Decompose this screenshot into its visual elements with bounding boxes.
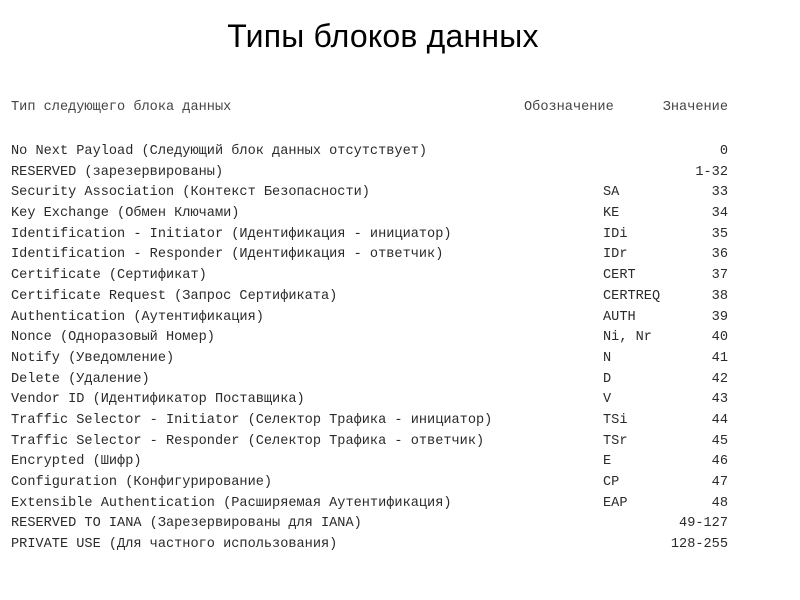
row-name: Traffic Selector - Responder (Селектор Т… xyxy=(11,433,485,449)
row-value: 41 xyxy=(711,350,728,366)
header-abbr: Обозначение xyxy=(524,100,614,115)
row-abbr: SA xyxy=(603,185,620,201)
row-abbr: Ni, Nr xyxy=(603,330,652,346)
table-row: Authentication (Аутентификация) AUTH 39 xyxy=(11,308,731,329)
header-name: Тип следующего блока данных xyxy=(11,100,232,115)
row-name: Traffic Selector - Initiator (Селектор Т… xyxy=(11,412,493,428)
slide-title: Типы блоков данных xyxy=(227,18,539,54)
row-value: 47 xyxy=(711,475,728,490)
row-abbr: E xyxy=(603,454,612,470)
row-abbr: D xyxy=(603,371,612,387)
row-value: 43 xyxy=(711,392,728,408)
row-name: Identification - Initiator (Идентификаци… xyxy=(11,226,452,242)
table-row: RESERVED (зарезервированы) 1-32 xyxy=(11,163,731,184)
table-row: Notify (Уведомление) N 41 xyxy=(11,349,731,370)
row-abbr: TSr xyxy=(603,433,628,449)
row-abbr: IDr xyxy=(603,247,628,263)
table-row: Key Exchange (Обмен Ключами) KE 34 xyxy=(11,204,731,225)
row-value: 128-255 xyxy=(670,537,728,553)
table-body: No Next Payload (Следующий блок данных о… xyxy=(11,142,731,556)
table-row: Encrypted (Шифр) E 46 xyxy=(11,452,731,473)
table-row: Identification - Responder (Идентификаци… xyxy=(11,245,731,266)
table-row: Certificate (Сертификат) CERT 37 xyxy=(11,266,731,287)
row-value: 34 xyxy=(711,206,728,222)
row-abbr: CERTREQ xyxy=(603,288,661,304)
row-value: 42 xyxy=(711,371,728,387)
row-abbr: V xyxy=(603,392,612,408)
row-abbr: EAP xyxy=(603,495,628,511)
table-row: PRIVATE USE (Для частного использования)… xyxy=(11,535,731,556)
row-value: 46 xyxy=(711,454,728,470)
row-value: 45 xyxy=(711,433,728,449)
row-name: Extensible Authentication (Расширяемая А… xyxy=(11,495,452,511)
row-value: 0 xyxy=(719,144,728,159)
row-value: 48 xyxy=(711,495,728,511)
header-value: Значение xyxy=(662,100,728,115)
row-abbr: KE xyxy=(603,206,620,222)
table-row: Certificate Request (Запрос Сертификата)… xyxy=(11,287,731,308)
row-value: 33 xyxy=(711,185,728,201)
table-row: Vendor ID (Идентификатор Поставщика) V 43 xyxy=(11,390,731,411)
table-row: Identification - Initiator (Идентификаци… xyxy=(11,225,731,246)
table-row: RESERVED TO IANA (Зарезервированы для IA… xyxy=(11,514,731,535)
table-row: Nonce (Одноразовый Номер) Ni, Nr 40 xyxy=(11,328,731,349)
row-value: 44 xyxy=(711,412,728,428)
row-abbr: TSi xyxy=(603,412,628,428)
row-value: 39 xyxy=(711,309,728,325)
row-name: Nonce (Одноразовый Номер) xyxy=(11,330,215,346)
row-name: Vendor ID (Идентификатор Поставщика) xyxy=(11,392,305,408)
row-value: 40 xyxy=(711,330,728,346)
row-name: Certificate Request (Запрос Сертификата) xyxy=(11,288,338,304)
row-name: No Next Payload (Следующий блок данных о… xyxy=(11,144,428,159)
row-name: Identification - Responder (Идентификаци… xyxy=(11,247,444,263)
row-name: PRIVATE USE (Для частного использования) xyxy=(11,537,338,553)
row-value: 35 xyxy=(711,226,728,242)
row-abbr: CERT xyxy=(603,268,636,284)
table-row: No Next Payload (Следующий блок данных о… xyxy=(11,142,731,163)
row-abbr: IDi xyxy=(603,226,628,242)
row-abbr: N xyxy=(603,350,612,366)
row-value: 38 xyxy=(711,288,728,304)
row-name: Authentication (Аутентификация) xyxy=(11,309,264,325)
table-header: Тип следующего блока данных Обозначение … xyxy=(11,100,731,120)
table-row: Extensible Authentication (Расширяемая А… xyxy=(11,494,731,515)
row-name: Delete (Удаление) xyxy=(11,371,150,387)
row-value: 1-32 xyxy=(695,164,728,180)
row-name: RESERVED (зарезервированы) xyxy=(11,164,224,180)
row-value: 36 xyxy=(711,247,728,263)
table-row: Security Association (Контекст Безопасно… xyxy=(11,183,731,204)
row-name: Notify (Уведомление) xyxy=(11,350,175,366)
row-value: 37 xyxy=(711,268,728,284)
row-name: Certificate (Сертификат) xyxy=(11,268,207,284)
table-row: Traffic Selector - Initiator (Селектор Т… xyxy=(11,411,731,432)
row-name: Key Exchange (Обмен Ключами) xyxy=(11,206,240,222)
row-name: RESERVED TO IANA (Зарезервированы для IA… xyxy=(11,516,362,532)
table-row: Traffic Selector - Responder (Селектор Т… xyxy=(11,432,731,453)
row-name: Configuration (Конфигурирование) xyxy=(11,475,273,490)
row-name: Security Association (Контекст Безопасно… xyxy=(11,185,370,201)
row-abbr: AUTH xyxy=(603,309,636,325)
table-row: Delete (Удаление) D 42 xyxy=(11,370,731,391)
payload-types-table: Тип следующего блока данных Обозначение … xyxy=(11,100,731,552)
row-name: Encrypted (Шифр) xyxy=(11,454,142,470)
table-row: Configuration (Конфигурирование) CP 47 xyxy=(11,473,731,494)
row-abbr: CP xyxy=(603,475,620,490)
row-value: 49-127 xyxy=(679,516,728,532)
